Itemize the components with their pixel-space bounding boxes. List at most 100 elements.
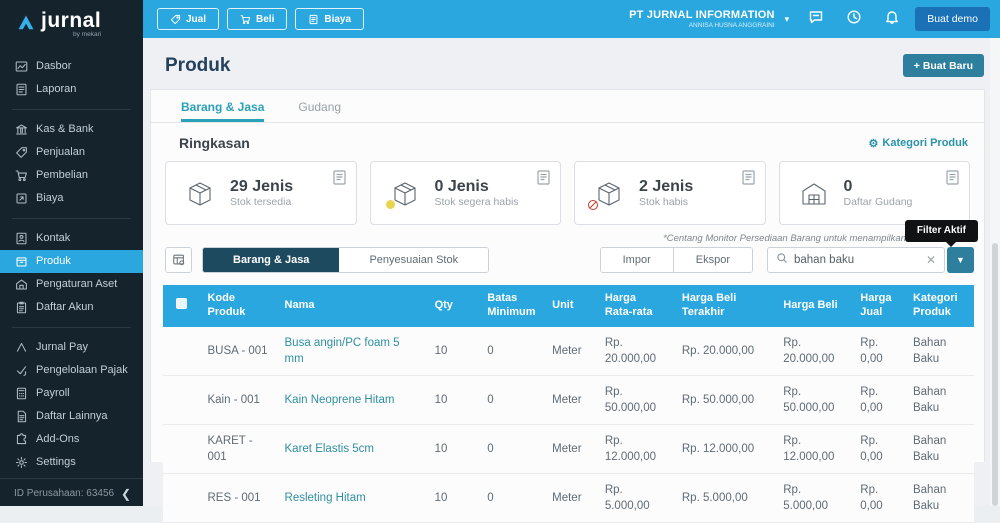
sidebar-item-label: Dasbor	[36, 60, 71, 72]
vertical-scrollbar[interactable]	[990, 38, 1000, 506]
sidebar-item-kas-bank[interactable]: Kas & Bank	[0, 118, 143, 141]
cell-unit: Meter	[544, 424, 597, 473]
table-row[interactable]: Kain - 001 Kain Neoprene Hitam 10 0 Mete…	[163, 375, 974, 424]
col-harga-beli-terakhir[interactable]: Harga Beli Terakhir	[674, 285, 775, 327]
clear-search-icon[interactable]: ✕	[918, 253, 944, 267]
sidebar-item-payroll[interactable]: Payroll	[0, 382, 143, 405]
notifications-bell-icon[interactable]	[877, 9, 907, 30]
tab-barang-jasa[interactable]: Barang & Jasa	[181, 90, 264, 122]
product-table-wrap: Kode Produk Nama Qty Batas Minimum Unit …	[151, 273, 984, 523]
buat-baru-button[interactable]: + Buat Baru	[903, 54, 984, 77]
cell-kode: RES - 001	[199, 474, 276, 523]
col-nama[interactable]: Nama	[277, 285, 427, 327]
report-doc-icon[interactable]	[742, 170, 755, 185]
report-doc-icon[interactable]	[333, 170, 346, 185]
col-unit[interactable]: Unit	[544, 285, 597, 327]
history-clock-icon[interactable]	[839, 9, 869, 30]
sidebar-item-daftar-lainnya[interactable]: Daftar Lainnya	[0, 405, 143, 428]
table-row[interactable]: KARET - 001 Karet Elastis 5cm 10 0 Meter…	[163, 424, 974, 473]
column-settings-button[interactable]	[165, 247, 192, 273]
sidebar-item-laporan[interactable]: Laporan	[0, 78, 143, 101]
col-harga-jual[interactable]: Harga Jual	[852, 285, 905, 327]
ekspor-button[interactable]: Ekspor	[673, 248, 752, 272]
row-checkbox-cell[interactable]	[163, 375, 199, 424]
sidebar-item-daftar-akun[interactable]: Daftar Akun	[0, 296, 143, 319]
col-kategori-produk[interactable]: Kategori Produk	[905, 285, 974, 327]
filter-dropdown-button[interactable]: ▼	[947, 247, 974, 273]
segment-penyesuaian-stok[interactable]: Penyesuaian Stok	[339, 248, 488, 272]
row-checkbox-cell[interactable]	[163, 424, 199, 473]
sidebar-item-jurnal-pay[interactable]: Jurnal Pay	[0, 336, 143, 359]
sidebar-item-produk[interactable]: Produk	[0, 250, 143, 273]
report-doc-icon[interactable]	[946, 170, 959, 185]
list-doc-icon	[14, 409, 28, 423]
tax-check-icon	[14, 363, 28, 377]
cell-kode: KARET - 001	[199, 424, 276, 473]
sidebar-item-pengaturan-aset[interactable]: Pengaturan Aset	[0, 273, 143, 296]
warning-dot	[386, 200, 395, 209]
buat-demo-button[interactable]: Buat demo	[915, 7, 990, 31]
produk-panel: Barang & Jasa Gudang Ringkasan ⚙ Kategor…	[150, 89, 985, 462]
impor-button[interactable]: Impor	[601, 248, 673, 272]
view-segmented-control: Barang & Jasa Penyesuaian Stok	[202, 247, 489, 273]
cell-harga-jual: Rp. 0,00	[852, 474, 905, 523]
card-daftar-gudang[interactable]: 0 Daftar Gudang	[779, 161, 971, 225]
cell-harga-beli: Rp. 12.000,00	[775, 424, 852, 473]
quick-jual-button[interactable]: Jual	[157, 8, 219, 30]
sidebar-item-biaya[interactable]: Biaya	[0, 187, 143, 210]
col-harga-beli[interactable]: Harga Beli	[775, 285, 852, 327]
cell-qty: 10	[427, 474, 480, 523]
sidebar-item-add-ons[interactable]: Add-Ons	[0, 428, 143, 451]
sidebar-item-pembelian[interactable]: Pembelian	[0, 164, 143, 187]
account-menu[interactable]: PT JURNAL INFORMATION ANNISA HUSNA ANGGR…	[629, 9, 775, 29]
scrollbar-thumb[interactable]	[992, 243, 998, 506]
dashboard-icon	[14, 59, 28, 73]
row-checkbox-cell[interactable]	[163, 327, 199, 376]
jurnal-logo[interactable]: jurnal by mekari	[0, 0, 143, 45]
jurnal-pay-icon	[14, 340, 28, 354]
product-link[interactable]: Resleting Hitam	[285, 492, 366, 504]
product-link[interactable]: Kain Neoprene Hitam	[285, 394, 395, 406]
cart-icon	[240, 14, 251, 25]
kategori-produk-link[interactable]: ⚙ Kategori Produk	[869, 137, 968, 150]
quick-biaya-button[interactable]: Biaya	[295, 8, 364, 30]
cell-kategori: Bahan Baku	[905, 375, 974, 424]
report-doc-icon[interactable]	[537, 170, 550, 185]
cell-harga-beli-terakhir: Rp. 20.000,00	[674, 327, 775, 376]
sidebar-item-penjualan[interactable]: Penjualan	[0, 141, 143, 164]
cell-harga-rata: Rp. 12.000,00	[597, 424, 674, 473]
main-content: Produk + Buat Baru Barang & Jasa Gudang …	[143, 38, 1000, 506]
sidebar-item-dasbor[interactable]: Dasbor	[0, 55, 143, 78]
table-row[interactable]: BUSA - 001 Busa angin/PC foam 5 mm 10 0 …	[163, 327, 974, 376]
sidebar-item-settings[interactable]: Settings	[0, 451, 143, 474]
table-row[interactable]: RES - 001 Resleting Hitam 10 0 Meter Rp.…	[163, 474, 974, 523]
sidebar-item-kontak[interactable]: Kontak	[0, 227, 143, 250]
col-kode-produk[interactable]: Kode Produk	[199, 285, 276, 327]
card-value: 29 Jenis	[230, 178, 293, 196]
card-stok-habis[interactable]: 2 Jenis Stok habis	[574, 161, 766, 225]
chat-icon[interactable]	[801, 9, 831, 30]
company-id-label: ID Perusahaan: 63456	[14, 488, 114, 499]
search-input[interactable]	[794, 254, 918, 266]
product-link[interactable]: Busa angin/PC foam 5 mm	[285, 337, 400, 365]
accounts-icon	[14, 300, 28, 314]
row-checkbox-cell[interactable]	[163, 474, 199, 523]
select-all-checkbox[interactable]	[176, 298, 187, 309]
cell-harga-beli-terakhir: Rp. 12.000,00	[674, 424, 775, 473]
col-batas-minimum[interactable]: Batas Minimum	[479, 285, 544, 327]
col-harga-rata[interactable]: Harga Rata-rata	[597, 285, 674, 327]
sidebar-item-label: Kas & Bank	[36, 123, 93, 135]
sidebar-collapse-icon[interactable]: ❮	[121, 487, 131, 501]
sidebar: jurnal by mekari Dasbor Laporan Kas & Ba…	[0, 0, 143, 506]
account-caret-icon[interactable]: ▾	[785, 14, 790, 25]
segment-barang-jasa[interactable]: Barang & Jasa	[203, 248, 339, 272]
cell-kode: Kain - 001	[199, 375, 276, 424]
col-qty[interactable]: Qty	[427, 285, 480, 327]
quick-beli-button[interactable]: Beli	[227, 8, 287, 30]
cell-nama: Karet Elastis 5cm	[277, 424, 427, 473]
sidebar-item-pengelolaan-pajak[interactable]: Pengelolaan Pajak	[0, 359, 143, 382]
card-stok-tersedia[interactable]: 29 Jenis Stok tersedia	[165, 161, 357, 225]
tab-gudang[interactable]: Gudang	[298, 90, 341, 122]
product-link[interactable]: Karet Elastis 5cm	[285, 443, 374, 455]
card-stok-segera-habis[interactable]: 0 Jenis Stok segera habis	[370, 161, 562, 225]
